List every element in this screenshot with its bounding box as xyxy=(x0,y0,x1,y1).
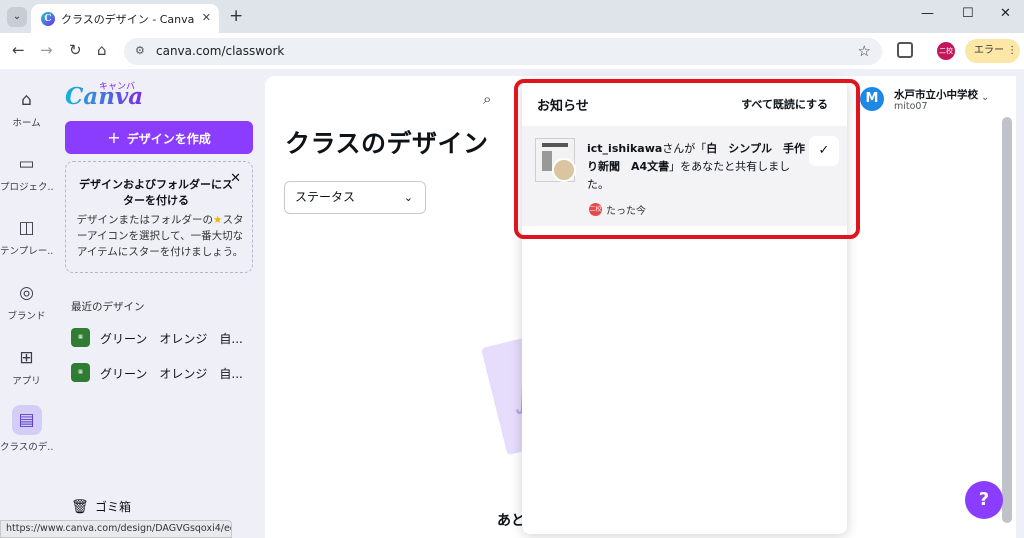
forward-icon[interactable]: → xyxy=(40,41,53,59)
plus-icon: + xyxy=(107,128,121,147)
create-design-label: デザインを作成 xyxy=(126,132,211,146)
reload-icon[interactable]: ↻ xyxy=(69,41,82,59)
recent-design-name: グリーン オレンジ 自... xyxy=(100,332,243,346)
recent-design-item[interactable]: ▦ グリーン オレンジ 自... xyxy=(71,362,261,382)
close-icon[interactable]: ✕ xyxy=(230,171,241,186)
rail-item-apps[interactable]: ⊞ アプリ xyxy=(0,347,53,387)
link-status-bar: https://www.canva.com/design/DAGVGsqoxi4… xyxy=(0,520,232,538)
star-tip-body: デザインまたはフォルダーの★スターアイコンを選択して、一番大切なアイテムにスター… xyxy=(72,212,248,260)
scrollbar[interactable] xyxy=(1002,117,1012,523)
home-icon: ⌂ xyxy=(21,90,32,110)
address-bar[interactable]: ⚙ canva.com/classwork ☆ xyxy=(124,38,882,65)
rail-item-projects[interactable]: ▭ プロジェク... xyxy=(0,153,53,193)
rail-item-templates[interactable]: ◫ テンプレー... xyxy=(0,217,53,257)
recent-design-name: グリーン オレンジ 自... xyxy=(100,367,243,381)
chevron-down-icon: ⌄ xyxy=(403,191,413,204)
design-thumbnail: ▦ xyxy=(71,363,90,382)
tab-title: クラスのデザイン - Canva xyxy=(61,13,195,26)
maximize-icon[interactable]: ☐ xyxy=(962,6,974,21)
rail-label: ホーム xyxy=(12,118,41,129)
account-name: 水戸市立小中学校 xyxy=(894,89,978,101)
minimize-icon[interactable]: — xyxy=(921,6,934,21)
inbox-icon: ▤ xyxy=(11,405,42,435)
browser-tab[interactable]: C クラスのデザイン - Canva ✕ xyxy=(31,4,219,33)
tab-search-menu-icon[interactable]: ⌄ xyxy=(7,7,27,27)
window-close-icon[interactable]: ✕ xyxy=(1000,6,1011,21)
avatar: M xyxy=(860,87,884,111)
rail-label: アプリ xyxy=(12,376,41,387)
chevron-down-icon: ⌄ xyxy=(981,92,990,103)
canva-favicon-icon: C xyxy=(41,12,55,26)
rail-label: プロジェク... xyxy=(0,182,53,193)
create-design-button[interactable]: + デザインを作成 xyxy=(65,121,253,154)
account-id: mito07 xyxy=(894,101,928,112)
canva-app: ⌂ ホーム ▭ プロジェク... ◫ テンプレー... ◎ ブランド ⊞ アプリ… xyxy=(0,69,1024,538)
folder-icon: ▭ xyxy=(18,154,35,174)
canva-logo[interactable]: Canva xyxy=(65,83,143,110)
rail-item-class-designs[interactable]: ▤ クラスのデ... xyxy=(0,405,53,453)
back-icon[interactable]: ← xyxy=(12,41,25,59)
trash-icon: 🗑 xyxy=(71,499,89,515)
star-tip-body-start: デザインまたはフォルダーの xyxy=(76,214,214,226)
error-label: エラー xyxy=(974,45,1004,56)
brand-icon: ◎ xyxy=(19,283,34,303)
page-title: クラスのデザイン xyxy=(285,129,489,158)
rail-label: クラスのデ... xyxy=(0,442,53,453)
recent-design-item[interactable]: ▦ グリーン オレンジ 自... xyxy=(71,327,261,347)
recent-designs-heading: 最近のデザイン xyxy=(71,301,145,313)
browser-toolbar: ← → ↻ ⌂ ⚙ canva.com/classwork ☆ xyxy=(0,33,1024,69)
template-icon: ◫ xyxy=(18,218,35,238)
annotation-highlight-box xyxy=(514,79,860,239)
rail-label: テンプレー... xyxy=(0,246,53,257)
new-tab-icon[interactable]: + xyxy=(229,6,243,26)
site-info-icon[interactable]: ⚙ xyxy=(135,44,145,57)
tab-close-icon[interactable]: ✕ xyxy=(202,11,211,24)
star-tip-card: デザインおよびフォルダーにスターを付ける ✕ デザインまたはフォルダーの★スター… xyxy=(65,161,253,273)
rail-item-home[interactable]: ⌂ ホーム xyxy=(0,89,53,129)
browser-tabbar: ⌄ C クラスのデザイン - Canva ✕ + — ☐ ✕ xyxy=(0,0,1024,33)
bookmark-star-icon[interactable]: ☆ xyxy=(858,42,871,60)
trash-link[interactable]: 🗑 ゴミ箱 xyxy=(71,498,131,515)
account-switcher[interactable]: M 水戸市立小中学校 mito07 ⌄ xyxy=(860,87,1010,115)
extensions-icon[interactable] xyxy=(897,42,913,58)
star-tip-title: デザインおよびフォルダーにスターを付ける xyxy=(79,178,233,207)
profile-avatar[interactable]: 二校 xyxy=(937,42,955,60)
rail-item-brand[interactable]: ◎ ブランド xyxy=(0,282,53,322)
side-panel: キャンバ Canva +デザインを作成 デザインおよびフォルダーにスターを付ける… xyxy=(53,69,265,538)
help-button[interactable]: ? xyxy=(965,481,1003,519)
url-text: canva.com/classwork xyxy=(156,44,285,58)
status-filter-select[interactable]: ステータス ⌄ xyxy=(284,181,426,214)
status-filter-label: ステータス xyxy=(295,190,356,204)
side-rail: ⌂ ホーム ▭ プロジェク... ◫ テンプレー... ◎ ブランド ⊞ アプリ… xyxy=(0,69,53,538)
search-icon[interactable]: ⌕ xyxy=(483,90,491,108)
apps-icon: ⊞ xyxy=(19,348,34,368)
design-thumbnail: ▦ xyxy=(71,328,90,347)
home-button-icon[interactable]: ⌂ xyxy=(97,41,107,59)
trash-label: ゴミ箱 xyxy=(95,500,132,514)
error-button[interactable]: エラー ⋮ xyxy=(965,39,1020,63)
rail-label: ブランド xyxy=(7,311,46,322)
empty-state-text: あと xyxy=(497,513,525,529)
